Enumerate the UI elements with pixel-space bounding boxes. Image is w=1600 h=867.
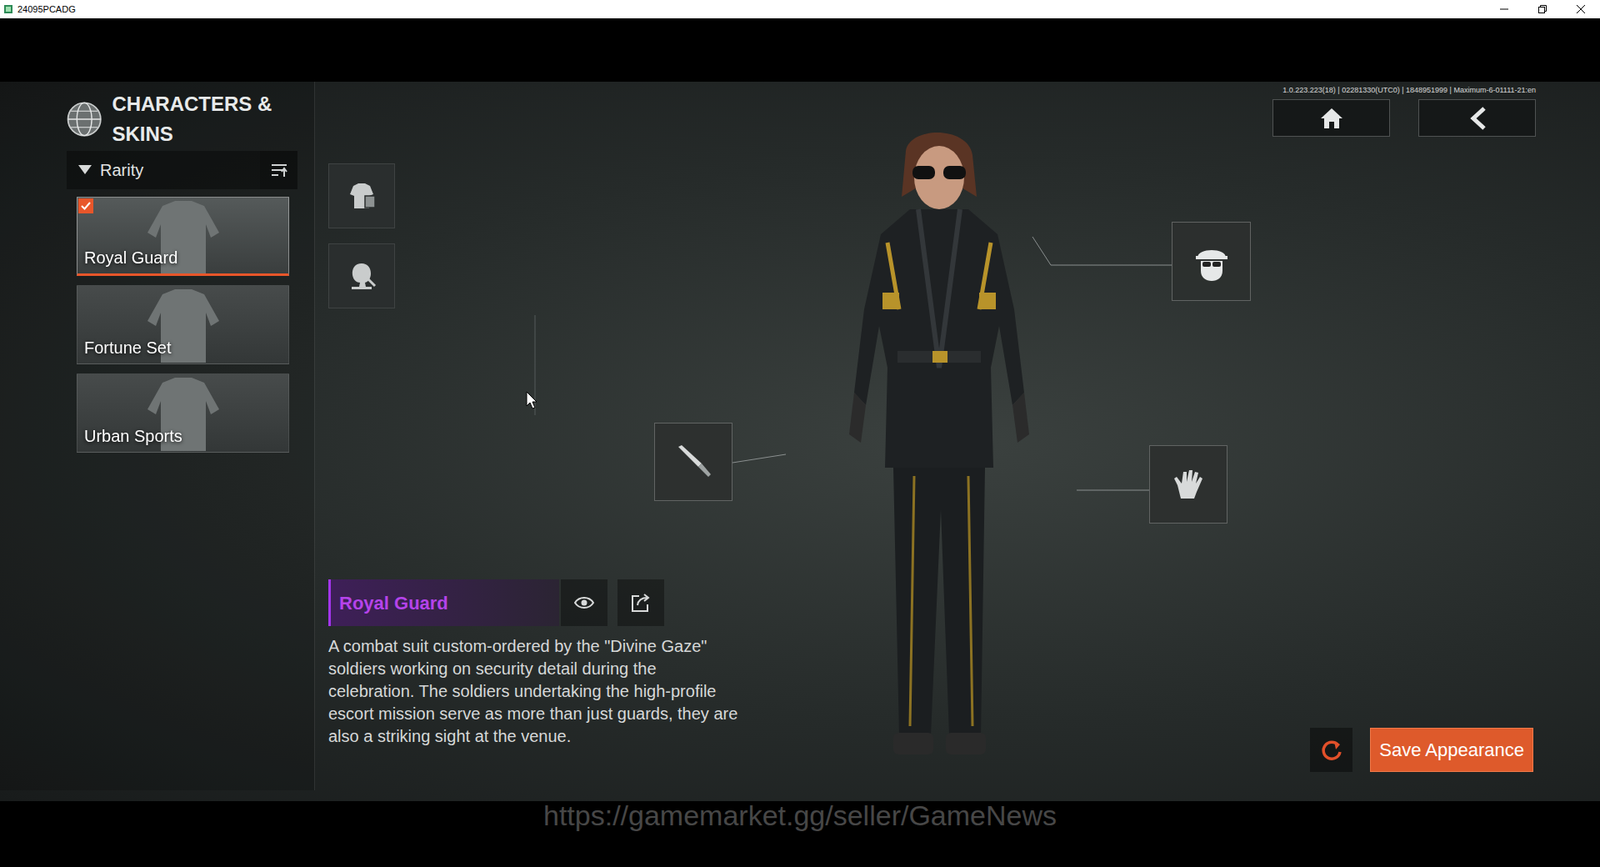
skin-panel: CHARACTERS & SKINS Rarity Royal Guard For… [0,81,315,790]
skin-card-name: Fortune Set [84,335,282,360]
mouse-cursor-icon [525,390,538,410]
window-title: 24095PCADG [17,2,76,17]
skin-card[interactable]: Urban Sports [76,373,290,453]
skin-checkbox[interactable] [78,198,94,214]
reset-button[interactable] [1310,727,1353,772]
version-info: 1.0.223.223(18) | 02281330(UTC0) | 18489… [1282,85,1536,97]
skin-list: Royal Guard Fortune Set Urban Sports [76,196,290,453]
page-header: CHARACTERS & SKINS [65,100,315,139]
melee-slot[interactable] [654,422,733,501]
outfit-icon [345,179,379,213]
save-appearance-button[interactable]: Save Appearance [1370,727,1534,772]
sort-icon [270,161,289,179]
dropdown-arrow-icon [78,165,92,175]
home-button[interactable] [1272,99,1390,137]
check-icon [80,201,91,210]
skin-name-box: Royal Guard [328,579,560,626]
knife-icon [673,441,714,482]
skin-card[interactable]: Fortune Set [76,285,290,365]
sort-button[interactable] [260,150,298,190]
skin-card-name: Royal Guard [84,245,282,270]
title-bar: 24095PCADG [0,0,1600,19]
skin-description: A combat suit custom-ordered by the "Div… [328,635,745,748]
home-icon [1319,106,1345,130]
minimize-icon [1500,5,1509,14]
game-screen: CHARACTERS & SKINS Rarity Royal Guard For… [0,81,1600,801]
back-icon [1467,105,1488,131]
close-button[interactable] [1561,0,1600,19]
minimize-button[interactable] [1485,0,1524,19]
headgear-slot[interactable] [1171,221,1251,301]
watermark: https://gamemarket.gg/seller/GameNews [543,800,1057,867]
character-model [805,117,1073,776]
mask-head-icon [1189,239,1235,285]
page-title: CHARACTERS & SKINS [111,89,315,150]
outfit-category-button[interactable] [328,163,395,229]
skin-card[interactable]: Royal Guard [76,196,290,276]
share-icon [630,592,652,613]
character-category-button[interactable] [328,243,395,309]
close-icon [1576,5,1585,14]
glove-icon [1169,465,1208,504]
restore-button[interactable] [1523,0,1562,19]
reset-icon [1320,738,1344,762]
back-button[interactable] [1418,99,1536,137]
app-icon [3,4,14,15]
rarity-filter[interactable]: Rarity [66,150,260,190]
save-label: Save Appearance [1379,735,1525,764]
character-head-icon [345,259,379,293]
gloves-slot[interactable] [1149,445,1228,524]
preview-button[interactable] [560,579,608,626]
skin-detail: Royal Guard A combat suit custom-ordered… [328,579,745,748]
restore-icon [1538,5,1547,14]
eye-icon [574,595,595,610]
filter-label: Rarity [100,157,144,183]
bottom-band: https://gamemarket.gg/seller/GameNews [0,800,1600,867]
skin-card-name: Urban Sports [84,423,282,449]
share-button[interactable] [617,579,665,626]
globe-icon [65,97,104,141]
skin-name: Royal Guard [339,589,449,617]
preview-area: 1.0.223.223(18) | 02281330(UTC0) | 18489… [315,81,1600,801]
